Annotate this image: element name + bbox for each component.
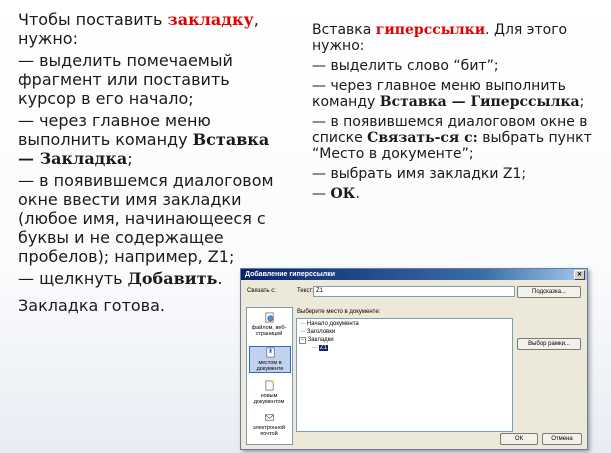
document-place-tree[interactable]: ·─ Начало документа ·─ Заголовки − Закла… — [296, 318, 513, 432]
link-file-button[interactable]: файлом, веб-страницей — [249, 312, 289, 337]
link-new-doc-label: новым документом — [253, 393, 285, 405]
place-label: Выберите место в документе: — [297, 309, 381, 315]
hyperlink-instructions: Вставка гиперссылки. Для этого нужно: — … — [312, 22, 602, 206]
tree-label: Закладки — [307, 337, 334, 343]
cancel-button[interactable]: Отмена — [542, 433, 582, 445]
text: ; — [127, 149, 133, 168]
hyperlink-intro: Вставка гиперссылки. Для этого нужно: — [312, 22, 602, 54]
email-icon — [264, 414, 274, 421]
text-label: Текст: — [297, 288, 314, 294]
insert-hyperlink-dialog: Добавление гиперссылки ✕ Связать с: Текс… — [240, 268, 588, 450]
tree-item-bookmarks[interactable]: − Закладки — [299, 337, 334, 344]
highlight-text: гиперссылки — [375, 22, 486, 38]
link-place-button[interactable]: местом в документе — [249, 346, 291, 373]
bookmark-step-2: — через главное меню выполнить команду В… — [18, 111, 288, 168]
bookmark-intro: Чтобы поставить закладку, нужно: — [18, 10, 288, 48]
text: . — [355, 186, 360, 202]
dialog-title: Добавление гиперссылки — [245, 271, 336, 278]
text: — через главное меню выполнить команду — [18, 111, 211, 149]
new-document-icon — [265, 380, 274, 391]
tree-label: Заголовки — [306, 329, 336, 335]
command-text: Добавить — [127, 269, 218, 288]
display-text-input[interactable]: Z1 — [313, 286, 515, 297]
text: ; — [579, 94, 585, 110]
link-email-label: электронной почтой — [252, 425, 286, 437]
close-icon[interactable]: ✕ — [574, 270, 585, 280]
document-bookmark-icon — [266, 347, 274, 358]
expand-collapse-icon[interactable]: − — [299, 337, 306, 344]
hyperlink-step-1: — выделить слово “бит”; — [312, 58, 499, 74]
hyperlink-step-2: — через главное меню выполнить команду В… — [312, 78, 602, 110]
link-with-bar: файлом, веб-страницей местом в документе… — [246, 307, 293, 445]
text: Вставка — [312, 22, 376, 38]
hyperlink-step-3: — в появившемся диалоговом окне в списке… — [312, 114, 602, 162]
select-frame-button[interactable]: Выбор рамки... — [517, 338, 581, 350]
link-file-label: файлом, веб-страницей — [251, 325, 287, 337]
command-text: Связать-ся с: — [367, 130, 478, 146]
link-place-label: местом в документе — [256, 360, 284, 372]
hint-button[interactable]: Подсказка... — [517, 286, 581, 298]
bookmark-step-1: — выделить помечаемый фрагмент или поста… — [18, 51, 233, 108]
dialog-titlebar: Добавление гиперссылки ✕ — [241, 269, 587, 280]
tree-item-headings[interactable]: ·─ Заголовки — [299, 329, 335, 336]
link-new-doc-button[interactable]: новым документом — [249, 380, 289, 405]
ok-button[interactable]: ОК — [500, 433, 538, 445]
globe-page-icon — [265, 312, 273, 323]
hyperlink-step-5: — ОК. — [312, 186, 602, 202]
link-with-label: Связать с: — [247, 288, 276, 294]
tree-item-bookmark-z1[interactable]: ·─ Z1 — [311, 345, 328, 352]
command-text: Вставка — Гиперссылка — [379, 94, 580, 110]
highlight-text: закладку — [167, 10, 254, 29]
text: — щелкнуть — [18, 269, 128, 288]
bookmark-step-3: — в появившемся диалоговом окне ввести и… — [18, 171, 274, 266]
command-text: ОК — [330, 186, 356, 202]
hyperlink-step-4: — выбрать имя закладки Z1; — [312, 166, 527, 182]
link-email-button[interactable]: электронной почтой — [249, 412, 289, 437]
text: . — [217, 269, 223, 288]
tree-label: Z1 — [318, 345, 328, 351]
tree-item-doc-start[interactable]: ·─ Начало документа — [299, 321, 359, 328]
tree-label: Начало документа — [306, 321, 359, 327]
text: — — [312, 186, 331, 202]
text: Чтобы поставить — [18, 10, 168, 29]
